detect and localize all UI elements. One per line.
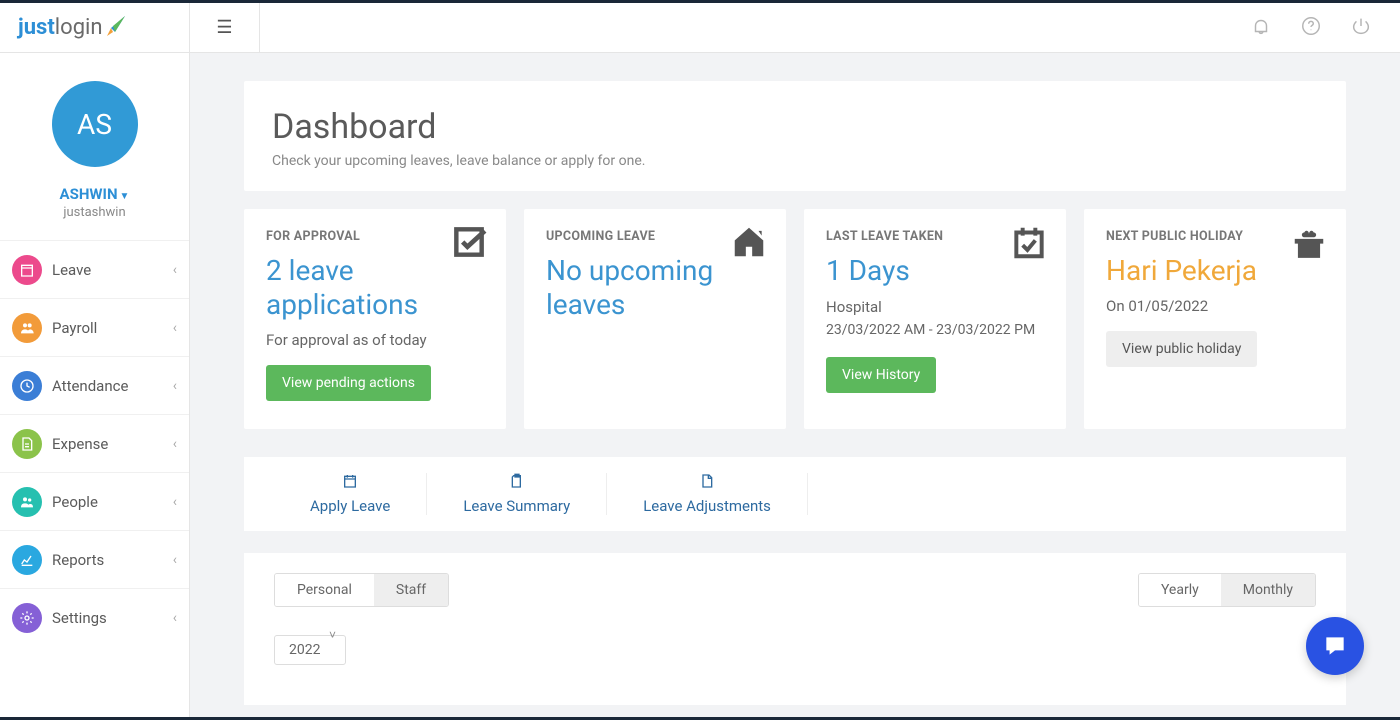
bell-icon: [1250, 15, 1272, 37]
page-title: Dashboard: [272, 107, 1318, 147]
home-icon: [730, 223, 768, 265]
card-next-holiday: NEXT PUBLIC HOLIDAY Hari Pekerja On 01/0…: [1084, 209, 1346, 429]
sidebar-toggle[interactable]: ☰: [190, 3, 260, 52]
chat-button[interactable]: [1306, 617, 1364, 675]
view-history-button[interactable]: View History: [826, 357, 936, 393]
scope-segment: Personal Staff: [274, 573, 449, 607]
brand-logo[interactable]: justlogin: [0, 3, 190, 53]
checkbox-icon: [450, 223, 488, 265]
chevron-left-icon: ‹: [173, 436, 177, 452]
clipboard-icon: [463, 473, 570, 493]
chevron-left-icon: ‹: [173, 262, 177, 278]
period-monthly-button[interactable]: Monthly: [1221, 574, 1315, 606]
view-pending-actions-button[interactable]: View pending actions: [266, 365, 431, 401]
action-leave-summary[interactable]: Leave Summary: [427, 473, 607, 515]
chat-icon: [1322, 633, 1348, 659]
action-apply-leave[interactable]: Apply Leave: [274, 473, 427, 515]
notifications-button[interactable]: [1250, 15, 1272, 41]
chevron-left-icon: ‹: [173, 378, 177, 394]
nav-icon: [12, 603, 42, 633]
page-subtitle: Check your upcoming leaves, leave balanc…: [272, 153, 1318, 169]
chevron-left-icon: ‹: [173, 494, 177, 510]
sidebar-item-expense[interactable]: Expense ‹: [0, 414, 189, 472]
user-name: ASHWIN▼: [0, 185, 189, 203]
user-profile[interactable]: AS ASHWIN▼ justashwin: [0, 53, 189, 240]
help-icon: [1300, 15, 1322, 37]
chevron-down-icon: ▼: [120, 191, 130, 202]
nav-label: Reports: [52, 551, 104, 569]
gift-icon: [1290, 223, 1328, 265]
sidebar-item-attendance[interactable]: Attendance ‹: [0, 356, 189, 414]
card-holiday-date: On 01/05/2022: [1106, 297, 1324, 315]
calendar-check-icon: [1010, 223, 1048, 265]
sidebar-item-settings[interactable]: Settings ‹: [0, 588, 189, 646]
nav-label: Expense: [52, 435, 108, 453]
nav-icon: [12, 255, 42, 285]
document-icon: [643, 473, 771, 493]
action-bar: Apply Leave Leave Summary Leave Adjustme…: [244, 457, 1346, 531]
year-select[interactable]: 2022: [274, 635, 346, 665]
chevron-left-icon: ‹: [173, 320, 177, 336]
power-icon: [1350, 15, 1372, 37]
sidebar-item-reports[interactable]: Reports ‹: [0, 530, 189, 588]
logo-part2: login: [55, 15, 103, 40]
help-button[interactable]: [1300, 15, 1322, 41]
avatar: AS: [52, 81, 138, 167]
card-subtext: For approval as of today: [266, 331, 484, 349]
nav-label: People: [52, 493, 98, 511]
logo-part1: just: [18, 15, 55, 40]
chevron-left-icon: ‹: [173, 610, 177, 626]
user-handle: justashwin: [0, 205, 189, 220]
nav-label: Settings: [52, 609, 107, 627]
action-leave-adjustments[interactable]: Leave Adjustments: [607, 473, 808, 515]
nav-icon: [12, 545, 42, 575]
sidebar-item-people[interactable]: People ‹: [0, 472, 189, 530]
power-button[interactable]: [1350, 15, 1372, 41]
view-public-holiday-button[interactable]: View public holiday: [1106, 331, 1257, 367]
card-date-range: 23/03/2022 AM - 23/03/2022 PM: [826, 320, 1044, 341]
card-for-approval: FOR APPROVAL 2 leave applications For ap…: [244, 209, 506, 429]
nav-icon: [12, 313, 42, 343]
period-segment: Yearly Monthly: [1138, 573, 1316, 607]
nav-icon: [12, 487, 42, 517]
rocket-icon: [105, 14, 129, 42]
period-yearly-button[interactable]: Yearly: [1139, 574, 1221, 606]
card-last-leave: LAST LEAVE TAKEN 1 Days Hospital 23/03/2…: [804, 209, 1066, 429]
sidebar-item-leave[interactable]: Leave ‹: [0, 240, 189, 298]
chevron-left-icon: ‹: [173, 552, 177, 568]
card-leave-type: Hospital: [826, 298, 1044, 316]
nav-label: Leave: [52, 261, 91, 279]
calendar-icon: [310, 473, 390, 493]
scope-staff-button[interactable]: Staff: [374, 574, 448, 606]
menu-icon: ☰: [216, 17, 232, 38]
nav-icon: [12, 429, 42, 459]
scope-personal-button[interactable]: Personal: [275, 574, 374, 606]
nav-label: Attendance: [52, 377, 128, 395]
dashboard-header: Dashboard Check your upcoming leaves, le…: [244, 81, 1346, 191]
nav-label: Payroll: [52, 319, 97, 337]
filter-bar: Personal Staff 2022 Yearly Monthly: [244, 553, 1346, 705]
card-upcoming-leave: UPCOMING LEAVE No upcoming leaves: [524, 209, 786, 429]
sidebar-item-payroll[interactable]: Payroll ‹: [0, 298, 189, 356]
nav-icon: [12, 371, 42, 401]
